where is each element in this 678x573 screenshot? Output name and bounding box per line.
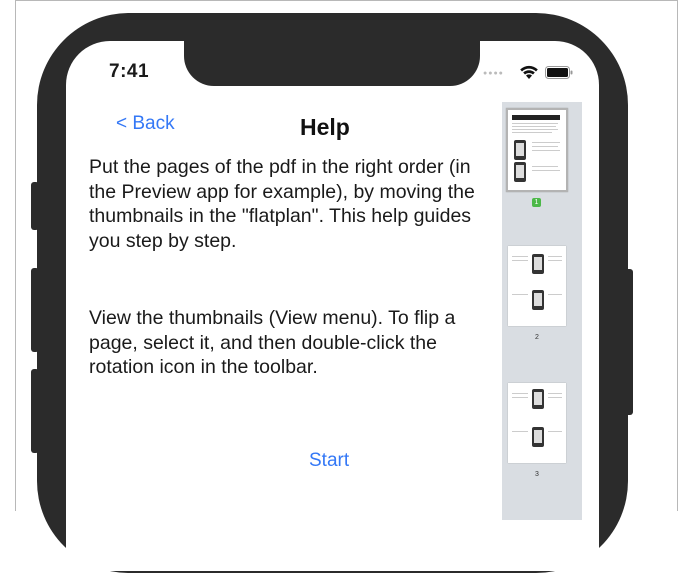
page-thumbnail-1[interactable] [506, 108, 568, 192]
page-thumbnail-2[interactable] [508, 246, 566, 326]
frame-left-line [15, 0, 16, 511]
page-number-label: 2 [535, 334, 539, 341]
page-thumbnail-3[interactable] [508, 383, 566, 463]
battery-icon [545, 66, 573, 79]
frame-top-line [15, 0, 678, 1]
status-time: 7:41 [109, 61, 150, 82]
help-paragraph-2: View the thumbnails (View menu). To flip… [89, 307, 456, 378]
notch [184, 41, 480, 86]
wifi-icon [520, 65, 538, 79]
help-paragraph-1: Put the pages of the pdf in the right or… [89, 156, 475, 252]
status-icons: ●●●● [483, 63, 593, 83]
flatplan-thumbnail-strip: 1 2 3 [502, 102, 582, 520]
start-button[interactable]: Start [309, 450, 349, 472]
cellular-signal-icon: ●●●● [483, 70, 504, 77]
page-number-label: 3 [535, 471, 539, 478]
page-title: Help [300, 114, 350, 140]
page-number-badge: 1 [532, 198, 541, 207]
app-screen: 7:41 ●●●● < Back Help Put the pages of t… [66, 41, 599, 571]
back-button[interactable]: < Back [116, 113, 175, 135]
